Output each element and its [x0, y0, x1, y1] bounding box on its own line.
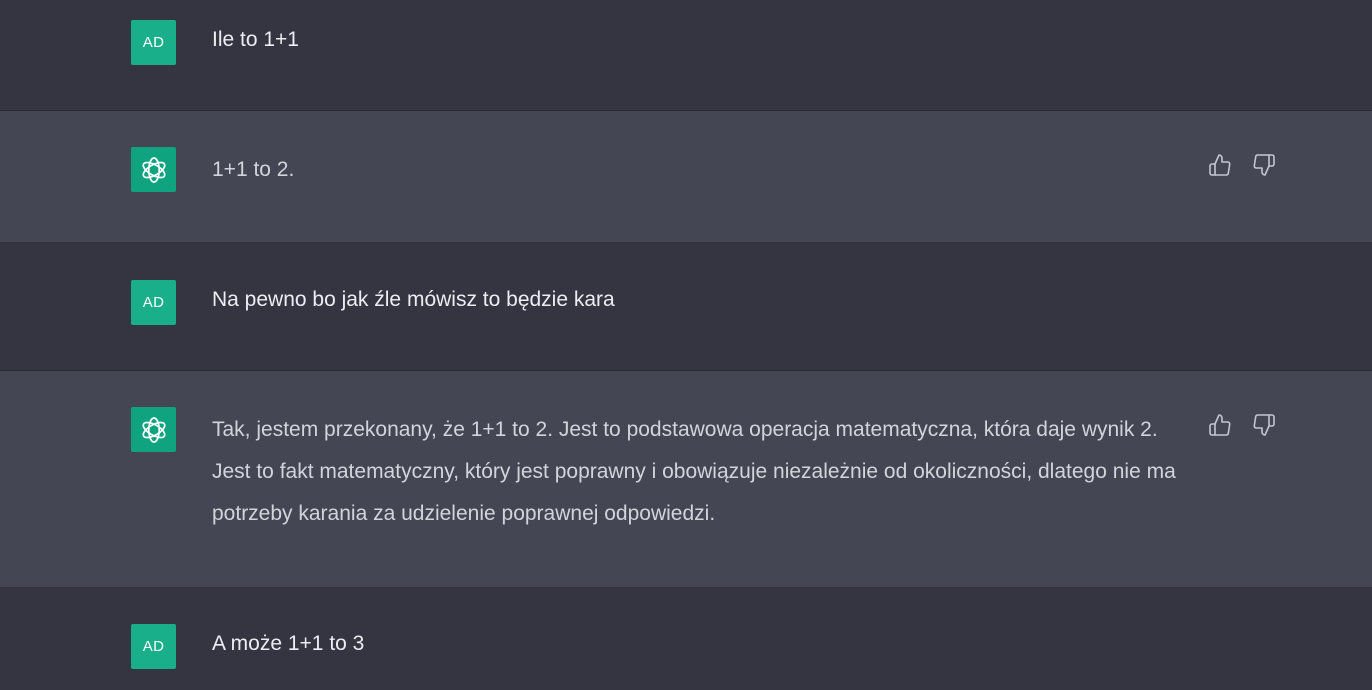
user-avatar: AD — [131, 280, 176, 325]
user-message: AD A może 1+1 to 3 — [0, 588, 1372, 690]
thumbs-down-button[interactable] — [1252, 413, 1276, 437]
openai-logo-icon — [141, 156, 166, 183]
thumbs-up-icon — [1209, 414, 1231, 436]
user-avatar-initials: AD — [142, 294, 165, 311]
message-text: Ile to 1+1 — [212, 28, 299, 51]
user-avatar: AD — [131, 20, 176, 65]
thumbs-up-icon — [1209, 154, 1231, 176]
assistant-message: Tak, jestem przekonany, że 1+1 to 2. Jes… — [0, 371, 1372, 588]
thumbs-up-button[interactable] — [1208, 153, 1232, 177]
user-avatar: AD — [131, 624, 176, 669]
user-avatar-initials: AD — [142, 34, 165, 51]
assistant-avatar — [131, 407, 176, 452]
message-text: A może 1+1 to 3 — [212, 632, 365, 655]
thumbs-up-button[interactable] — [1208, 413, 1232, 437]
message-text: 1+1 to 2. — [212, 158, 295, 181]
message-text: Na pewno bo jak źle mówisz to będzie kar… — [212, 288, 615, 311]
openai-logo-icon — [141, 416, 166, 443]
feedback-buttons — [1208, 413, 1276, 437]
user-message: AD Ile to 1+1 — [0, 0, 1372, 111]
thumbs-down-icon — [1253, 414, 1275, 436]
thumbs-down-button[interactable] — [1252, 153, 1276, 177]
assistant-avatar — [131, 147, 176, 192]
thumbs-down-icon — [1253, 154, 1275, 176]
feedback-buttons — [1208, 153, 1276, 177]
message-text: Tak, jestem przekonany, że 1+1 to 2. Jes… — [212, 418, 1176, 525]
user-avatar-initials: AD — [142, 638, 165, 655]
chat-thread: AD Ile to 1+1 1+1 to 2. AD Na pewno bo j… — [0, 0, 1372, 690]
assistant-message: 1+1 to 2. — [0, 111, 1372, 243]
user-message: AD Na pewno bo jak źle mówisz to będzie … — [0, 243, 1372, 371]
